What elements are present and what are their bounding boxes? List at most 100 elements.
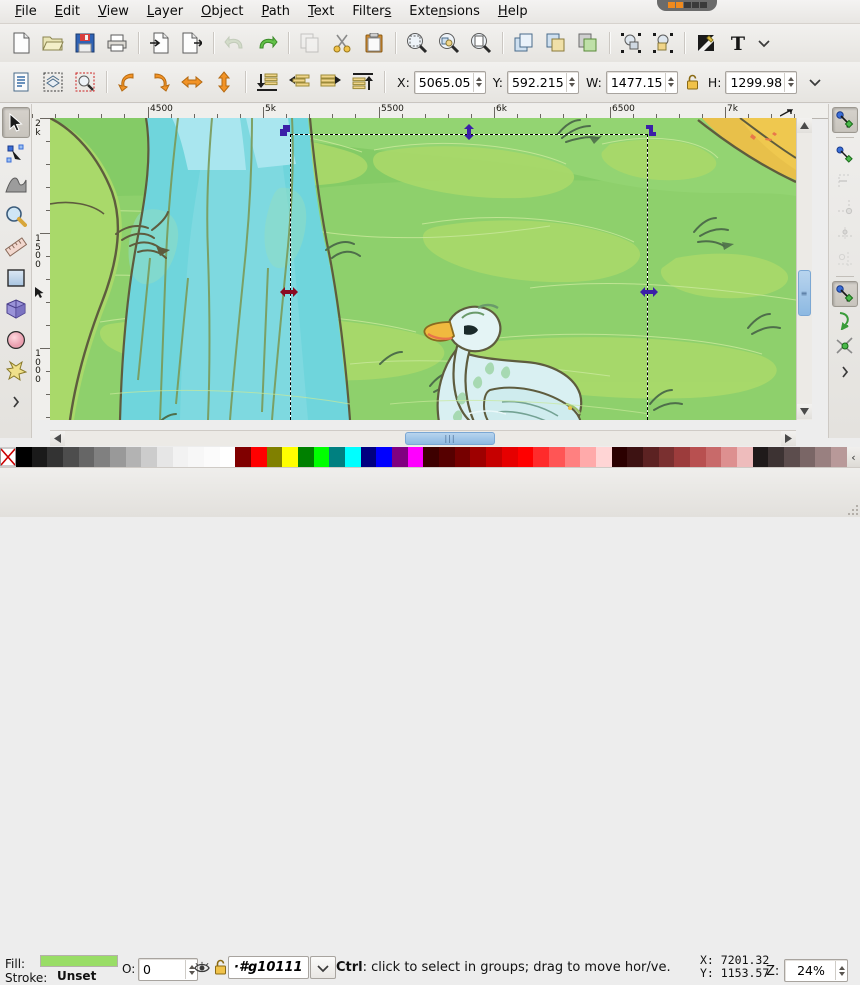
w-input[interactable] (607, 73, 665, 92)
palette-swatch[interactable] (580, 447, 596, 467)
node-tool-button[interactable] (2, 138, 30, 169)
ungroup-button[interactable] (648, 28, 678, 58)
zoom-stepper[interactable] (835, 961, 847, 980)
palette-swatch[interactable] (298, 447, 314, 467)
palette-swatch[interactable] (518, 447, 534, 467)
y-input[interactable] (508, 73, 566, 92)
lower-to-bottom-button[interactable] (252, 67, 282, 97)
w-stepper[interactable] (665, 73, 677, 92)
handle-top-right[interactable] (642, 124, 655, 137)
snap-bbox-edges-button[interactable] (832, 168, 858, 194)
palette-swatch[interactable] (126, 447, 142, 467)
copy-button[interactable] (295, 28, 325, 58)
lock-ratio-icon[interactable] (685, 74, 701, 90)
x-spinbox[interactable] (414, 71, 486, 94)
rotate-ccw-button[interactable] (113, 67, 143, 97)
menu-file[interactable]: File (6, 2, 46, 21)
palette-swatch[interactable] (439, 447, 455, 467)
palette-swatch[interactable] (643, 447, 659, 467)
select-all-button[interactable] (6, 67, 36, 97)
palette-swatch[interactable] (157, 447, 173, 467)
snap-nodes-paths-button[interactable] (832, 281, 858, 307)
palette-swatch[interactable] (16, 447, 32, 467)
menu-extensions[interactable]: Extensions (400, 2, 489, 21)
unlink-clone-button[interactable] (573, 28, 603, 58)
selector-overflow-button[interactable] (805, 77, 825, 87)
handle-top-left[interactable] (279, 124, 292, 137)
zoom-input[interactable] (785, 961, 835, 980)
menu-edit[interactable]: Edit (46, 2, 89, 21)
handle-middle-left[interactable] (280, 286, 293, 299)
palette-swatch[interactable] (549, 447, 565, 467)
palette-swatch[interactable] (706, 447, 722, 467)
print-document-button[interactable] (102, 28, 132, 58)
palette-swatch[interactable] (63, 447, 79, 467)
menu-help[interactable]: Help (489, 2, 537, 21)
palette-swatch[interactable] (753, 447, 769, 467)
layer-dropdown-button[interactable] (310, 956, 336, 979)
palette-swatch[interactable] (32, 447, 48, 467)
horizontal-scrollbar[interactable]: ||| (50, 430, 796, 446)
palette-swatch[interactable] (282, 447, 298, 467)
palette-scroll-left-button[interactable]: ‹ (847, 447, 860, 467)
import-button[interactable] (145, 28, 175, 58)
palette-swatch[interactable] (815, 447, 831, 467)
h-input[interactable] (726, 73, 784, 92)
group-button[interactable] (616, 28, 646, 58)
handle-middle-right[interactable] (640, 286, 653, 299)
layer-lock-icon[interactable] (212, 959, 228, 975)
palette-swatch[interactable] (345, 447, 361, 467)
palette-swatch[interactable] (690, 447, 706, 467)
enable-snapping-toggle[interactable] (832, 107, 858, 133)
menu-filters[interactable]: Filters (343, 2, 400, 21)
snap-bbox-corners-button[interactable] (832, 194, 858, 220)
select-all-in-layers-button[interactable] (38, 67, 68, 97)
flip-horizontal-button[interactable] (177, 67, 207, 97)
raise-to-top-button[interactable] (348, 67, 378, 97)
palette-swatch[interactable] (251, 447, 267, 467)
palette-swatch[interactable] (361, 447, 377, 467)
palette-swatch[interactable] (188, 447, 204, 467)
snap-bbox-centers-button[interactable] (832, 246, 858, 272)
scroll-right-button[interactable] (781, 431, 796, 446)
fill-and-stroke-button[interactable] (691, 28, 721, 58)
stroke-value[interactable]: Unset (57, 969, 96, 983)
redo-button[interactable] (252, 28, 282, 58)
palette-swatch[interactable] (204, 447, 220, 467)
palette-swatch[interactable] (173, 447, 189, 467)
export-button[interactable] (177, 28, 207, 58)
palette-swatch[interactable] (329, 447, 345, 467)
menu-object[interactable]: Object (192, 2, 252, 21)
menu-layer[interactable]: Layer (138, 2, 192, 21)
x-stepper[interactable] (473, 73, 485, 92)
toolbox-overflow-button[interactable] (2, 386, 30, 417)
palette-swatch[interactable] (721, 447, 737, 467)
rectangle-tool-button[interactable] (2, 262, 30, 293)
snap-to-paths-button[interactable] (832, 307, 858, 333)
palette-swatch[interactable] (565, 447, 581, 467)
vertical-ruler[interactable]: 2k 1500 1000 (32, 118, 51, 420)
commands-overflow-button[interactable] (754, 38, 774, 48)
h-spinbox[interactable] (725, 71, 797, 94)
palette-swatch[interactable] (831, 447, 847, 467)
lower-button[interactable] (284, 67, 314, 97)
snap-bbox-edge-midpoints-button[interactable] (832, 220, 858, 246)
palette-swatch[interactable] (470, 447, 486, 467)
zoom-drawing-button[interactable] (434, 28, 464, 58)
palette-swatch[interactable] (376, 447, 392, 467)
zoom-selection-button[interactable] (402, 28, 432, 58)
layer-name-box[interactable]: ·#g10111 (228, 956, 309, 979)
palette-swatch[interactable] (627, 447, 643, 467)
vertical-scrollbar[interactable]: ≡ (796, 118, 812, 420)
menu-view[interactable]: View (89, 2, 138, 21)
palette-swatch[interactable] (502, 447, 518, 467)
horizontal-scroll-thumb[interactable]: ||| (405, 432, 495, 445)
deselect-button[interactable] (70, 67, 100, 97)
palette-swatch[interactable] (596, 447, 612, 467)
palette-swatch[interactable] (455, 447, 471, 467)
palette-swatch[interactable] (659, 447, 675, 467)
paste-button[interactable] (359, 28, 389, 58)
x-input[interactable] (415, 73, 473, 92)
text-tool-button[interactable]: T (723, 28, 753, 58)
fill-color-swatch[interactable] (40, 955, 118, 967)
